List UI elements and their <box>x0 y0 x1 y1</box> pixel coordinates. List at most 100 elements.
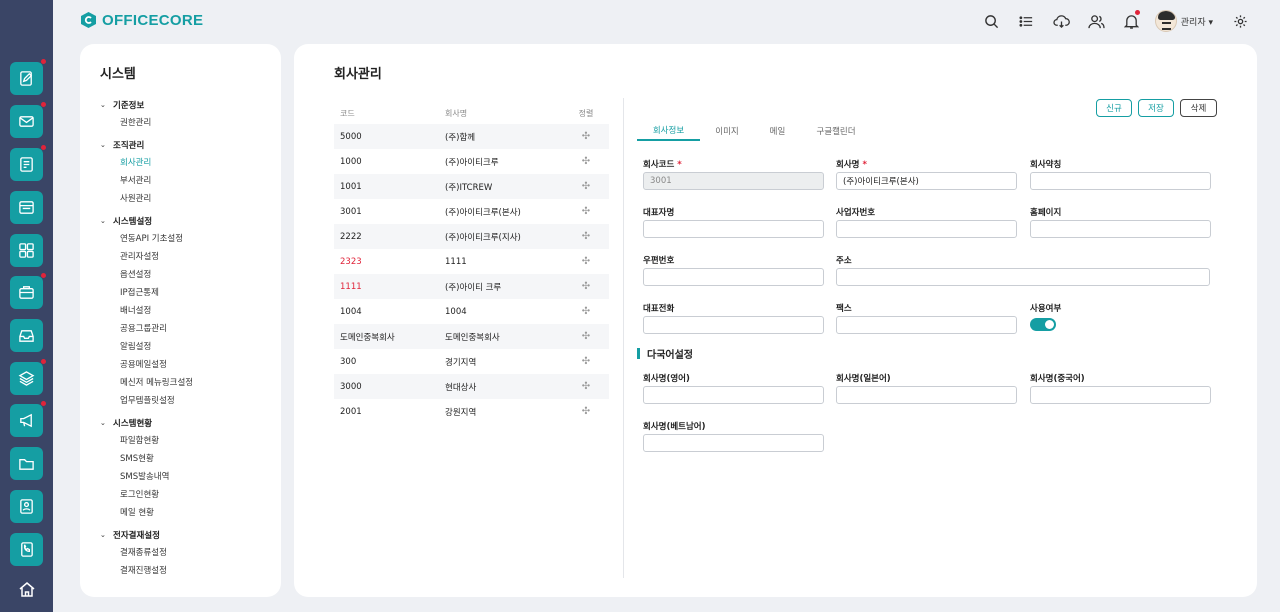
approval-doc-icon[interactable] <box>10 145 46 181</box>
tab-google-calendar[interactable]: 구글캘린더 <box>801 120 871 141</box>
menu-item-permissions[interactable]: 권한관리 <box>100 114 275 132</box>
menu-item-admin[interactable]: 관리자설정 <box>100 248 275 266</box>
menu-item-employee[interactable]: 사원관리 <box>100 190 275 208</box>
table-row[interactable]: 3001 (주)아이티크루(본사) ✣ <box>334 199 609 224</box>
table-row[interactable]: 2001 강원지역 ✣ <box>334 399 609 424</box>
brand-logo[interactable]: OFFICECORE <box>80 11 203 29</box>
save-button[interactable]: 저장 <box>1138 99 1174 117</box>
table-row[interactable]: 1111 (주)아이티 크루 ✣ <box>334 274 609 299</box>
megaphone-icon[interactable] <box>10 401 46 437</box>
inbox-icon[interactable] <box>10 319 43 352</box>
menu-item-public-group[interactable]: 공용그룹관리 <box>100 320 275 338</box>
i18n-section-header: 다국어설정 <box>637 346 693 361</box>
company-name-input[interactable] <box>836 172 1017 190</box>
phonebook-icon[interactable] <box>10 533 43 566</box>
menu-item-department[interactable]: 부서관리 <box>100 172 275 190</box>
short-name-input[interactable] <box>1030 172 1211 190</box>
bell-icon[interactable] <box>1114 9 1149 33</box>
zip-input[interactable] <box>643 268 824 286</box>
briefcase-icon[interactable] <box>10 273 46 309</box>
layers-icon[interactable] <box>10 359 46 395</box>
drag-handle-icon[interactable]: ✣ <box>563 256 609 267</box>
user-menu[interactable]: 관리자 ▾ <box>1154 10 1213 32</box>
menu-item-file-status[interactable]: 파일함현황 <box>100 432 275 450</box>
drag-handle-icon[interactable]: ✣ <box>563 181 609 192</box>
drag-handle-icon[interactable]: ✣ <box>563 131 609 142</box>
cloud-download-icon[interactable] <box>1044 9 1079 33</box>
board-icon[interactable] <box>10 191 43 224</box>
menu-group-settings[interactable]: ⌄ 시스템설정 <box>100 212 275 230</box>
menu-item-api[interactable]: 연동API 기초설정 <box>100 230 275 248</box>
table-row[interactable]: 1001 (주)ITCREW ✣ <box>334 174 609 199</box>
menu-item-approval-type[interactable]: 결재종류설정 <box>100 544 275 562</box>
list-icon[interactable] <box>1009 9 1044 33</box>
drag-handle-icon[interactable]: ✣ <box>563 306 609 317</box>
fax-input[interactable] <box>836 316 1017 334</box>
drag-handle-icon[interactable]: ✣ <box>563 356 609 367</box>
address-input[interactable] <box>836 268 1210 286</box>
menu-item-sms-history[interactable]: SMS발송내역 <box>100 468 275 486</box>
menu-item-ip[interactable]: IP접근통제 <box>100 284 275 302</box>
use-toggle[interactable] <box>1030 318 1056 331</box>
menu-item-banner[interactable]: 배너설정 <box>100 302 275 320</box>
menu-item-sms-status[interactable]: SMS현황 <box>100 450 275 468</box>
table-row[interactable]: 2222 (주)아이티크루(지사) ✣ <box>334 224 609 249</box>
menu-item-approval-flow[interactable]: 결재진행설정 <box>100 562 275 580</box>
tab-image[interactable]: 이미지 <box>700 120 754 141</box>
table-row[interactable]: 1000 (주)아이티크루 ✣ <box>334 149 609 174</box>
top-toolbar: 관리자 ▾ <box>974 9 1258 33</box>
contact-icon[interactable] <box>10 490 43 523</box>
company-list: 코드 회사명 정렬 5000 (주)함께 ✣ 1000 (주)아이티크루 ✣ 1001 (주)… <box>334 102 609 424</box>
drag-handle-icon[interactable]: ✣ <box>563 156 609 167</box>
name-en-input[interactable] <box>643 386 824 404</box>
ceo-input[interactable] <box>643 220 824 238</box>
phone-input[interactable] <box>643 316 824 334</box>
folder-icon[interactable] <box>10 447 43 480</box>
menu-group-label: 조직관리 <box>113 141 145 151</box>
table-row[interactable]: 5000 (주)함께 ✣ <box>334 124 609 149</box>
menu-item-company[interactable]: 회사관리 <box>100 154 275 172</box>
menu-item-template[interactable]: 업무템플릿설정 <box>100 392 275 410</box>
home-icon[interactable] <box>10 572 43 605</box>
biz-no-input[interactable] <box>836 220 1017 238</box>
menu-item-public-mail[interactable]: 공용메일설정 <box>100 356 275 374</box>
menu-item-notification[interactable]: 알림설정 <box>100 338 275 356</box>
drag-handle-icon[interactable]: ✣ <box>563 231 609 242</box>
company-name-cell: (주)함께 <box>445 132 476 143</box>
tab-mail[interactable]: 메일 <box>754 120 801 141</box>
drag-handle-icon[interactable]: ✣ <box>563 406 609 417</box>
name-vi-input[interactable] <box>643 434 824 452</box>
table-row[interactable]: 1004 1004 ✣ <box>334 299 609 324</box>
menu-item-options[interactable]: 옵션설정 <box>100 266 275 284</box>
name-zh-input[interactable] <box>1030 386 1211 404</box>
menu-group-org[interactable]: ⌄ 조직관리 <box>100 136 275 154</box>
delete-button[interactable]: 삭제 <box>1180 99 1217 117</box>
gear-icon[interactable] <box>1223 9 1258 33</box>
name-ja-input[interactable] <box>836 386 1017 404</box>
menu-item-mail-status[interactable]: 메일 현황 <box>100 504 275 522</box>
menu-item-login-status[interactable]: 로그인현황 <box>100 486 275 504</box>
divider <box>623 98 624 578</box>
company-code-input[interactable] <box>643 172 824 190</box>
drag-handle-icon[interactable]: ✣ <box>563 331 609 342</box>
table-row[interactable]: 도메인중복회사 도메인중복회사 ✣ <box>334 324 609 349</box>
users-icon[interactable] <box>1079 9 1114 33</box>
drag-handle-icon[interactable]: ✣ <box>563 281 609 292</box>
homepage-input[interactable] <box>1030 220 1211 238</box>
note-edit-icon[interactable] <box>10 59 46 95</box>
menu-group-status[interactable]: ⌄ 시스템현황 <box>100 414 275 432</box>
drag-handle-icon[interactable]: ✣ <box>563 206 609 217</box>
tab-company-info[interactable]: 회사정보 <box>637 120 700 141</box>
table-row[interactable]: 2323 1111 ✣ <box>334 249 609 274</box>
mail-icon[interactable] <box>10 102 46 138</box>
menu-group-basic[interactable]: ⌄ 기준정보 <box>100 96 275 114</box>
drag-handle-icon[interactable]: ✣ <box>563 381 609 392</box>
search-icon[interactable] <box>974 9 1009 33</box>
table-row[interactable]: 3000 현대상사 ✣ <box>334 374 609 399</box>
apps-grid-icon[interactable] <box>10 234 43 267</box>
table-row[interactable]: 300 경기지역 ✣ <box>334 349 609 374</box>
menu-item-messenger-link[interactable]: 메신저 메뉴링크설정 <box>100 374 275 392</box>
menu-group-approval[interactable]: ⌄ 전자결재설정 <box>100 526 275 544</box>
new-button[interactable]: 신규 <box>1096 99 1132 117</box>
name-vi-label: 회사명(베트남어) <box>643 422 706 432</box>
